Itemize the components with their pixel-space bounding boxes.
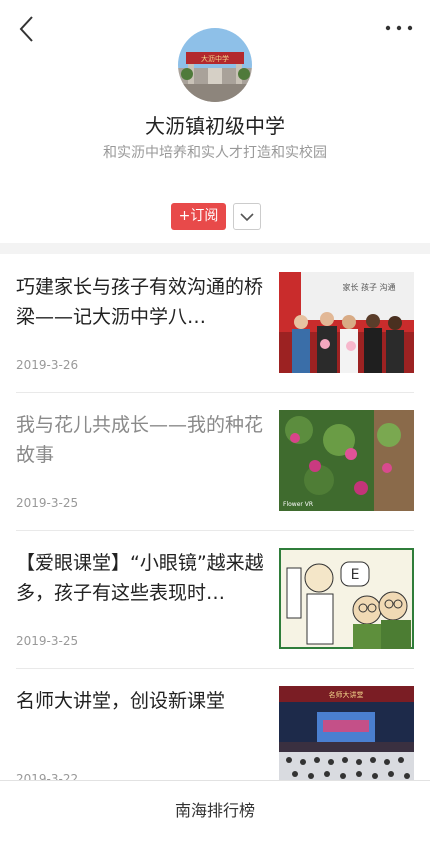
- article-date: 2019-3-26: [16, 358, 79, 372]
- subscribe-button[interactable]: +订阅: [171, 203, 226, 230]
- back-button[interactable]: [14, 12, 42, 46]
- article-date: 2019-3-22: [16, 772, 79, 780]
- thumb-banner-text: 家长 孩子 沟通: [342, 282, 395, 292]
- account-name: 大沥镇初级中学: [145, 114, 285, 138]
- article-thumbnail: Flower VR: [279, 410, 414, 511]
- article-thumbnail: 家长 孩子 沟通: [279, 272, 414, 373]
- thumb-banner-text: 名师大讲堂: [329, 690, 364, 699]
- list-item[interactable]: 【爱眼课堂】“小眼镜”越来越多，孩子有这些表现时… 2019-3-25 E: [16, 530, 414, 669]
- chevron-left-icon: [19, 16, 33, 42]
- article-date: 2019-3-25: [16, 496, 79, 510]
- article-thumbnail: 名师大讲堂: [279, 686, 414, 780]
- avatar-gate-sign: 大沥中学: [201, 54, 229, 63]
- avatar: 大沥中学: [178, 28, 252, 102]
- thumb-watermark: Flower VR: [283, 501, 313, 508]
- section-divider: [0, 243, 430, 254]
- chevron-down-icon: [240, 213, 254, 222]
- bottom-bar: 南海排行榜: [0, 780, 430, 841]
- article-title: 【爱眼课堂】“小眼镜”越来越多，孩子有这些表现时…: [16, 552, 264, 604]
- list-item[interactable]: 巧建家长与孩子有效沟通的桥梁——记大沥中学八… 2019-3-26 家长 孩子 …: [16, 254, 414, 393]
- article-title: 我与花儿共成长——我的种花故事: [16, 414, 264, 466]
- article-thumbnail: E: [279, 548, 414, 649]
- list-item[interactable]: 名师大讲堂，创设新课堂 2019-3-22 名师大讲堂: [16, 668, 414, 780]
- dropdown-button[interactable]: [233, 203, 261, 230]
- thumb-eye-chart-letter: E: [351, 567, 360, 583]
- more-button[interactable]: [382, 16, 416, 40]
- article-list: 巧建家长与孩子有效沟通的桥梁——记大沥中学八… 2019-3-26 家长 孩子 …: [0, 254, 430, 780]
- account-slogan: 和实沥中培养和实人才打造和实校园: [103, 145, 327, 161]
- article-title: 巧建家长与孩子有效沟通的桥梁——记大沥中学八…: [16, 276, 264, 328]
- article-title: 名师大讲堂，创设新课堂: [16, 690, 226, 712]
- list-item[interactable]: 我与花儿共成长——我的种花故事 2019-3-25 Flower VR: [16, 392, 414, 531]
- more-dots-icon: [385, 25, 413, 31]
- ranking-button[interactable]: 南海排行榜: [0, 781, 430, 841]
- article-date: 2019-3-25: [16, 634, 79, 648]
